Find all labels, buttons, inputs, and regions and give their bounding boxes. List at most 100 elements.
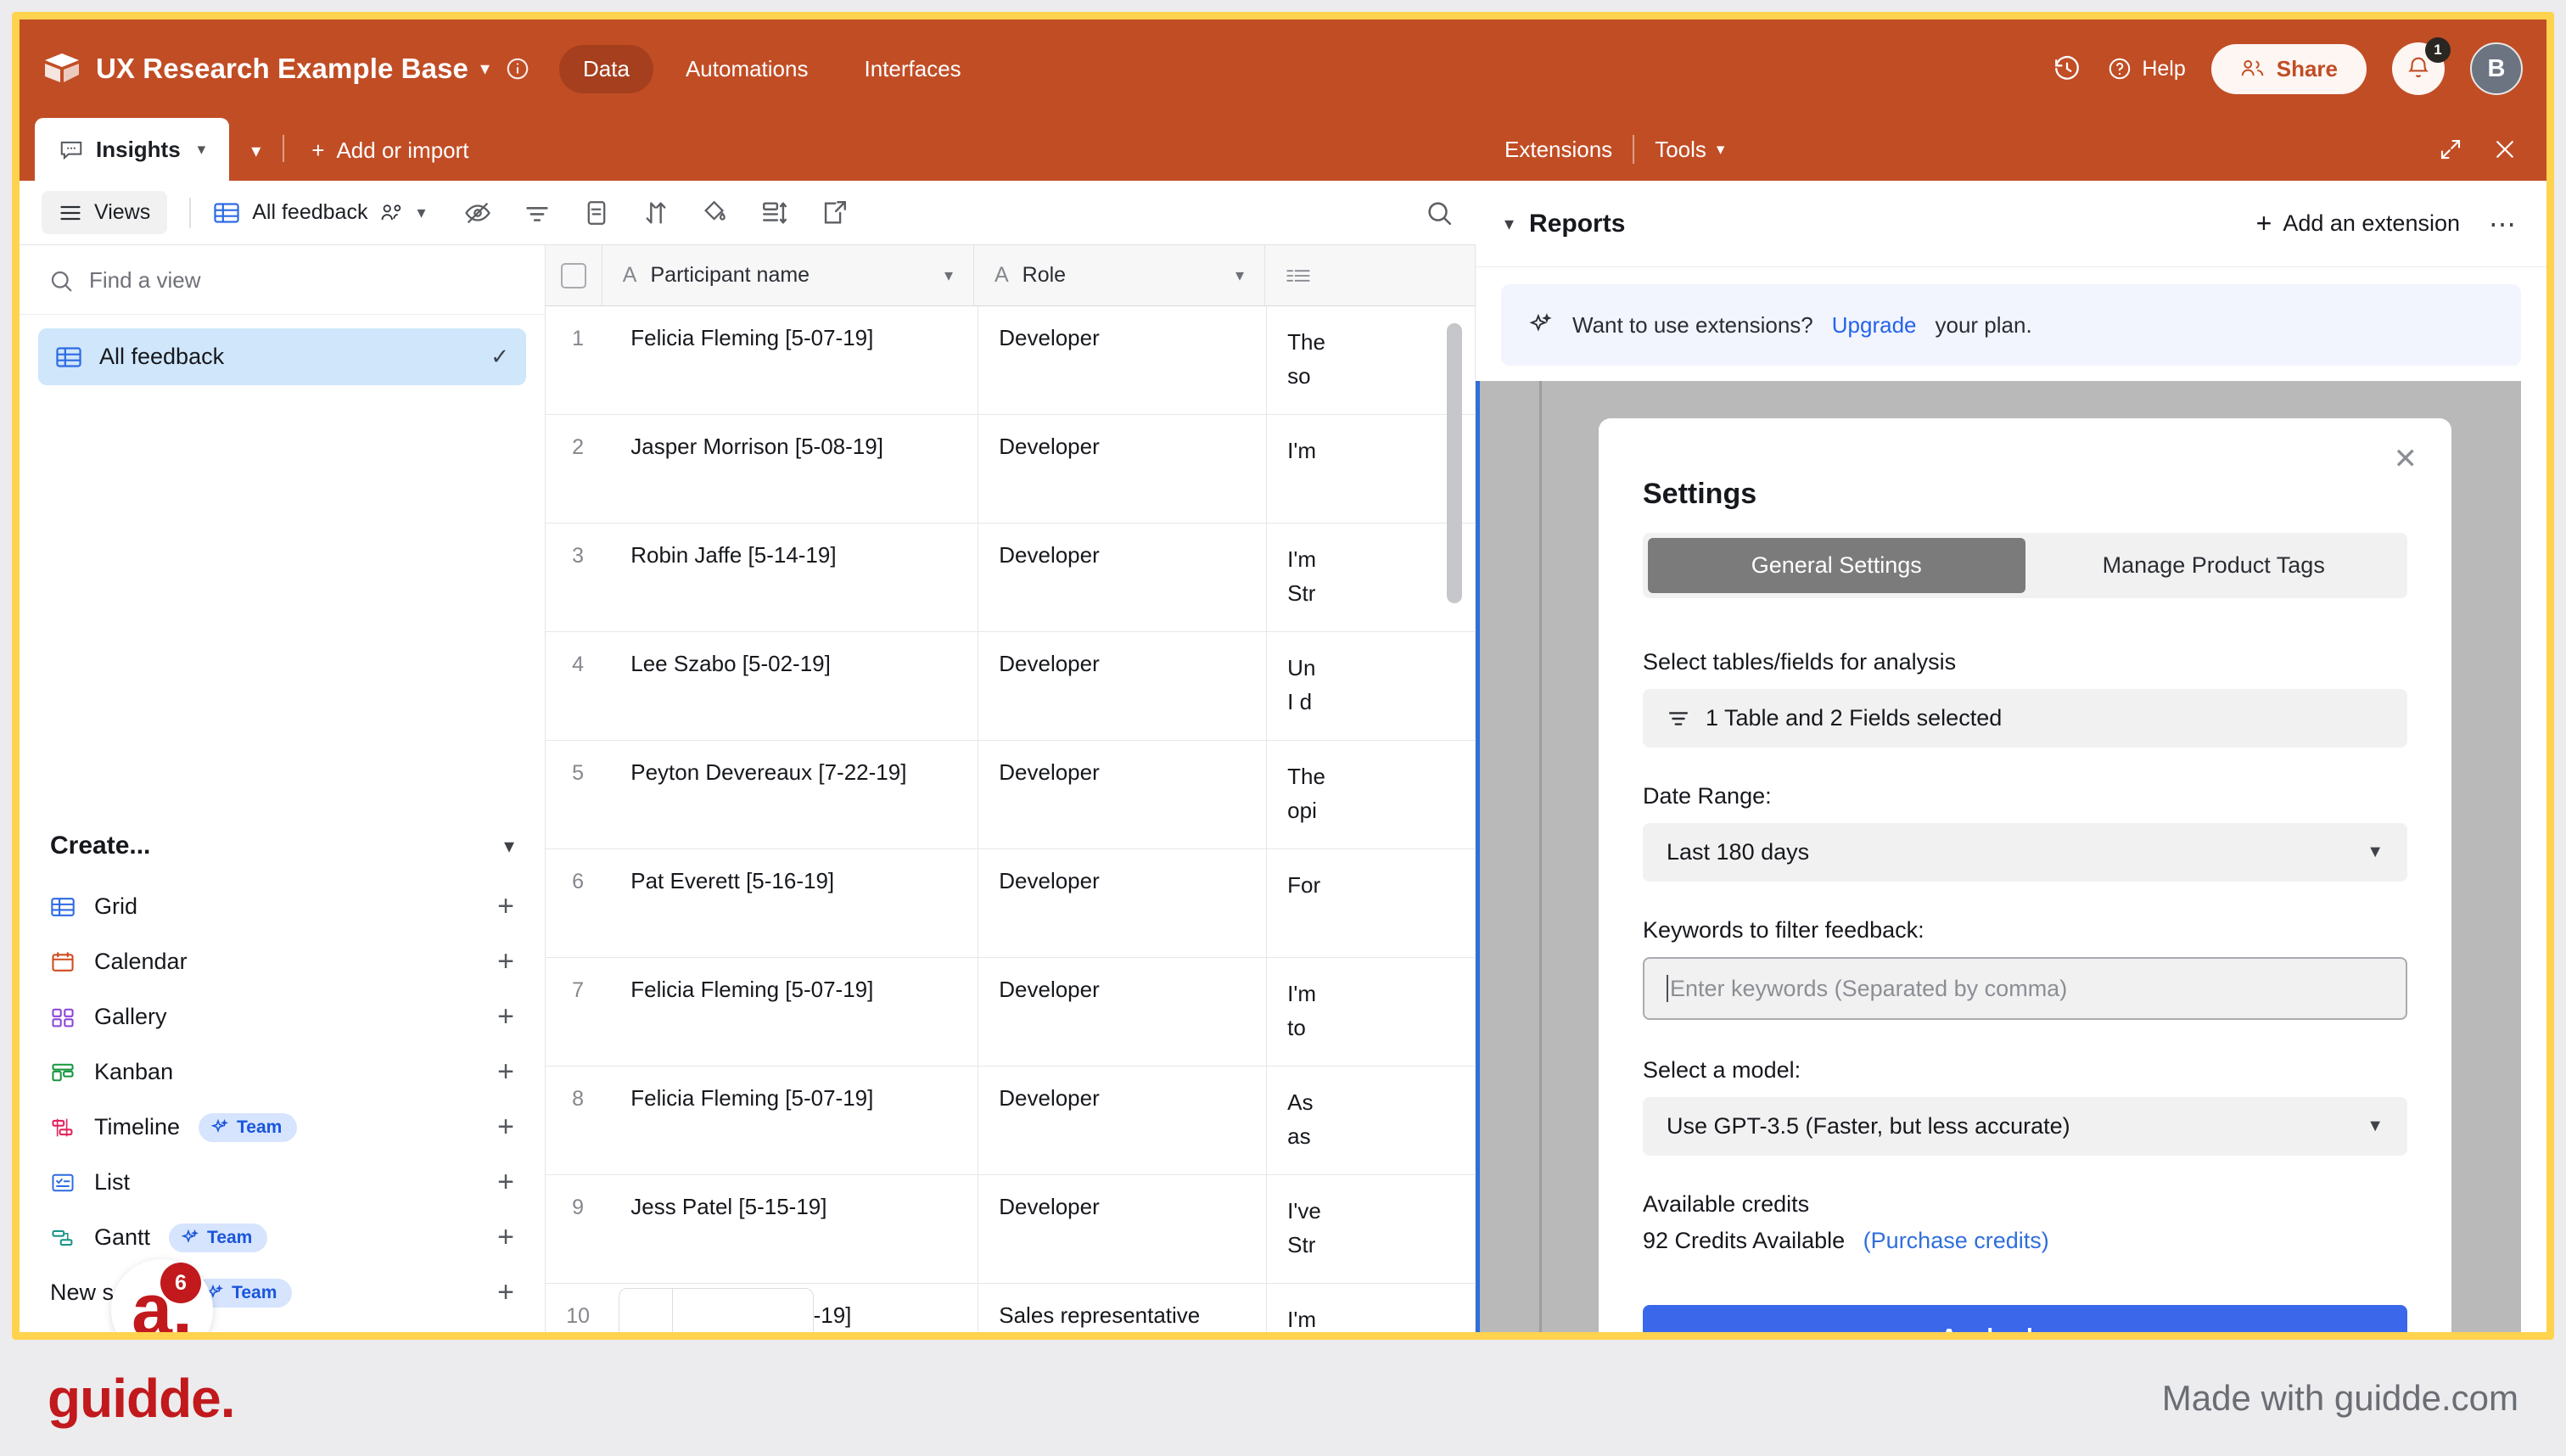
close-icon[interactable] [2492, 137, 2518, 162]
cell-role[interactable]: Sales representative [978, 1284, 1268, 1332]
create-item-new-section[interactable]: New section Team + [20, 1265, 545, 1320]
chevron-down-icon[interactable]: ▾ [417, 202, 425, 223]
plus-icon[interactable]: + [497, 1111, 514, 1144]
cell-participant-name[interactable]: Felicia Fleming [5-07-19] [610, 1067, 979, 1174]
create-item-gantt[interactable]: Gantt Team + [20, 1210, 545, 1265]
table-row[interactable]: 2 Jasper Morrison [5-08-19] Developer I'… [546, 415, 1476, 524]
share-button[interactable]: Share [2210, 43, 2367, 94]
cell-role[interactable]: Developer [978, 306, 1268, 414]
column-header-participant-name[interactable]: A Participant name ▾ [602, 245, 974, 305]
table-row[interactable]: 4 Lee Szabo [5-02-19] Developer Un I d [546, 632, 1476, 741]
plus-icon[interactable]: + [497, 1000, 514, 1033]
cell-participant-name[interactable]: Peyton Devereaux [7-22-19] [610, 741, 979, 848]
create-heading[interactable]: Create... ▾ [20, 809, 545, 879]
expand-icon[interactable] [2438, 137, 2463, 162]
create-item-calendar[interactable]: Calendar + [20, 934, 545, 989]
find-a-view-input[interactable]: Find a view [20, 245, 545, 315]
notifications[interactable]: 1 [2392, 37, 2451, 95]
create-item-gallery[interactable]: Gallery + [20, 989, 545, 1044]
date-range-select[interactable]: Last 180 days ▼ [1643, 823, 2407, 882]
chevron-down-icon[interactable]: ▾ [1504, 213, 1514, 235]
upgrade-link[interactable]: Upgrade [1832, 312, 1917, 339]
tab-data[interactable]: Data [559, 44, 653, 93]
select-all-checkbox[interactable] [546, 245, 602, 305]
table-row[interactable]: 8 Felicia Fleming [5-07-19] Developer As… [546, 1067, 1476, 1175]
add-row-button[interactable] [619, 1288, 814, 1332]
chevron-down-icon[interactable]: ▾ [504, 834, 514, 859]
history-icon[interactable] [2053, 54, 2081, 83]
cell-notes[interactable]: Un I d [1267, 632, 1476, 740]
apply-changes-button[interactable]: Apply changes [1643, 1305, 2407, 1332]
sidebar-item-all-feedback[interactable]: All feedback ✓ [38, 328, 526, 385]
plus-icon[interactable]: + [497, 1056, 514, 1089]
table-row[interactable]: 6 Pat Everett [5-16-19] Developer For [546, 849, 1476, 958]
hide-fields-icon[interactable] [463, 199, 492, 227]
create-item-grid[interactable]: Grid + [20, 879, 545, 934]
create-item-timeline[interactable]: Timeline Team + [20, 1100, 545, 1155]
cell-role[interactable]: Developer [978, 1067, 1268, 1174]
table-tab-insights[interactable]: Insights ▾ [35, 118, 230, 181]
tab-manage-product-tags[interactable]: Manage Product Tags [2025, 538, 2403, 593]
tab-overflow-chevron-icon[interactable]: ▾ [229, 140, 283, 181]
cell-participant-name[interactable]: Jess Patel [5-15-19] [610, 1175, 979, 1283]
cell-participant-name[interactable]: Felicia Fleming [5-07-19] [610, 958, 979, 1066]
create-item-kanban[interactable]: Kanban + [20, 1044, 545, 1100]
tables-fields-selector[interactable]: 1 Table and 2 Fields selected [1643, 689, 2407, 748]
more-options-icon[interactable]: ⋯ [2489, 208, 2518, 240]
help-button[interactable]: Help [2107, 56, 2186, 81]
purchase-credits-link[interactable]: (Purchase credits) [1863, 1228, 2049, 1253]
row-height-icon[interactable] [760, 199, 789, 227]
cell-notes[interactable]: I'm Str [1267, 524, 1476, 631]
cell-notes[interactable]: As as [1267, 1067, 1476, 1174]
cell-notes[interactable]: The so [1267, 306, 1476, 414]
views-button[interactable]: Views [42, 191, 168, 234]
share-view-icon[interactable] [820, 199, 849, 227]
group-icon[interactable] [582, 199, 611, 227]
cell-role[interactable]: Developer [978, 632, 1268, 740]
plus-icon[interactable]: + [497, 1166, 514, 1199]
table-row[interactable]: 9 Jess Patel [5-15-19] Developer I've St… [546, 1175, 1476, 1284]
cell-role[interactable]: Developer [978, 415, 1268, 523]
avatar[interactable]: B [2470, 42, 2523, 95]
tab-interfaces[interactable]: Interfaces [840, 45, 984, 93]
chevron-down-icon[interactable]: ▾ [1235, 265, 1244, 286]
chevron-down-icon[interactable]: ▾ [944, 265, 953, 286]
plus-icon[interactable]: + [497, 890, 514, 923]
column-header-notes[interactable] [1265, 245, 1476, 305]
add-extension-button[interactable]: + Add an extension [2256, 208, 2460, 239]
color-icon[interactable] [701, 199, 730, 227]
cell-role[interactable]: Developer [978, 741, 1268, 848]
filter-icon[interactable] [523, 199, 552, 227]
cell-notes[interactable]: The opi [1267, 741, 1476, 848]
search-icon[interactable] [1425, 199, 1454, 227]
grid-vertical-scrollbar[interactable] [1447, 323, 1462, 603]
create-item-list[interactable]: List + [20, 1155, 545, 1210]
tab-general-settings[interactable]: General Settings [1648, 538, 2025, 593]
column-header-role[interactable]: A Role ▾ [974, 245, 1266, 305]
info-icon[interactable] [505, 56, 530, 81]
tab-automations[interactable]: Automations [662, 45, 832, 93]
chevron-down-icon[interactable]: ▾ [480, 58, 490, 80]
cell-notes[interactable]: For [1267, 849, 1476, 957]
tools-menu[interactable]: Tools ▾ [1655, 137, 1724, 163]
current-view-button[interactable]: All feedback ▾ [213, 200, 426, 225]
table-row[interactable]: 7 Felicia Fleming [5-07-19] Developer I'… [546, 958, 1476, 1067]
cell-role[interactable]: Developer [978, 1175, 1268, 1283]
plus-icon[interactable]: + [497, 1276, 514, 1309]
plus-icon[interactable]: + [497, 945, 514, 978]
table-row[interactable]: 3 Robin Jaffe [5-14-19] Developer I'm St… [546, 524, 1476, 632]
cell-notes[interactable]: I'm of [1267, 1284, 1476, 1332]
cell-role[interactable]: Developer [978, 958, 1268, 1066]
cell-participant-name[interactable]: Robin Jaffe [5-14-19] [610, 524, 979, 631]
cell-participant-name[interactable]: Pat Everett [5-16-19] [610, 849, 979, 957]
cell-notes[interactable]: I've Str [1267, 1175, 1476, 1283]
keywords-input[interactable]: Enter keywords (Separated by comma) [1643, 957, 2407, 1020]
cell-role[interactable]: Developer [978, 524, 1268, 631]
cell-notes[interactable]: I'm [1267, 415, 1476, 523]
table-row[interactable]: 5 Peyton Devereaux [7-22-19] Developer T… [546, 741, 1476, 849]
cell-role[interactable]: Developer [978, 849, 1268, 957]
table-row[interactable]: 1 Felicia Fleming [5-07-19] Developer Th… [546, 306, 1476, 415]
add-or-import-button[interactable]: + Add or import [284, 137, 487, 181]
cell-participant-name[interactable]: Felicia Fleming [5-07-19] [610, 306, 979, 414]
cell-notes[interactable]: I'm to [1267, 958, 1476, 1066]
